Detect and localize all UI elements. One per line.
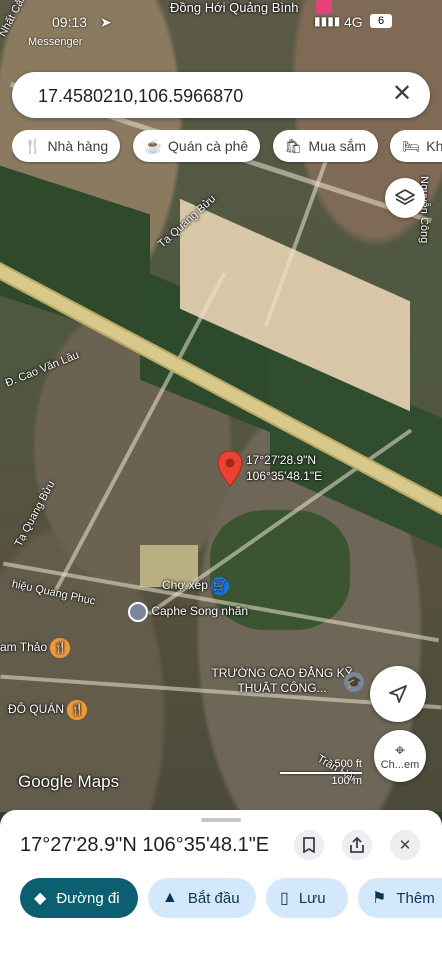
street-label: Tạ Quang Bửu — [12, 478, 58, 549]
chip-coffee[interactable]: ☕ Quán cà phê — [132, 130, 261, 162]
dot-icon — [128, 602, 148, 622]
close-icon[interactable]: ✕ — [390, 82, 414, 106]
restaurant-icon: 🍴 — [24, 137, 42, 154]
poi-cho-xep[interactable]: Chợ xép 🛒 — [162, 577, 230, 595]
street-view-button[interactable]: ⌖ Ch...em — [374, 730, 426, 782]
my-location-button[interactable] — [370, 666, 426, 722]
scale-bar: 500 ft 100 m — [280, 758, 362, 790]
start-button[interactable]: ▲ Bắt đầu — [148, 878, 256, 918]
chip-shopping[interactable]: 🛍 Mua sắm — [272, 130, 379, 162]
bottom-sheet[interactable]: 17°27'28.9"N 106°35'48.1"E ✕ ◆ Đường đi ▲… — [0, 810, 442, 960]
battery-level: 6 — [377, 15, 385, 27]
search-bar[interactable]: ✕ — [12, 72, 430, 118]
save-icon-button[interactable] — [294, 830, 324, 860]
status-bar: 09:13 ➤ Messenger ▮▮▮▮ 4G 6 — [0, 14, 442, 48]
school-icon: 🎓 — [344, 672, 364, 692]
status-time: 09:13 — [52, 14, 88, 30]
close-icon: ✕ — [398, 837, 412, 854]
network-type: 4G — [344, 14, 363, 30]
back-app-link[interactable]: Messenger — [28, 36, 82, 48]
close-sheet-button[interactable]: ✕ — [390, 830, 420, 860]
location-pin-icon[interactable] — [216, 450, 244, 488]
restaurant-icon: 🍴 — [67, 700, 88, 720]
chip-restaurants[interactable]: 🍴 Nhà hàng — [12, 130, 121, 162]
more-button[interactable]: ⚑ Thêm — [358, 878, 442, 918]
cart-icon: 🛒 — [211, 577, 230, 595]
drag-handle[interactable] — [201, 818, 241, 822]
place-title: 17°27'28.9"N 106°35'48.1"E — [20, 834, 270, 856]
navigation-arrow-icon — [389, 685, 407, 703]
google-maps-logo: Google Maps — [18, 772, 120, 791]
flag-icon: ⚑ — [372, 890, 387, 907]
directions-icon: ◆ — [34, 890, 47, 907]
pin-label: 17°27'28.9"N 106°35'48.1"E — [246, 453, 323, 483]
coffee-icon: ☕ — [144, 137, 163, 154]
street-label: hiệu Quang Phục — [10, 578, 97, 608]
category-chips: 🍴Nhà hàng ☕Quán cà phê 🛍Mua sắm 🛏Khách — [12, 130, 442, 164]
poi-truong-cao-dang[interactable]: TRƯỜNG CAO ĐẲNG KỸ THUẬT CÔNG... — [202, 666, 362, 696]
poi-caphe-song-nhan[interactable]: Caphe Song nhãn — [128, 602, 248, 622]
share-icon — [350, 836, 364, 853]
shopping-bag-icon: 🛍 — [284, 137, 303, 154]
share-button[interactable] — [342, 830, 372, 860]
poi-do-quan[interactable]: ĐÔ QUÁN 🍴 — [8, 700, 88, 720]
camera-icon: ⌖ — [394, 740, 406, 760]
save-button[interactable]: ▯ Lưu — [266, 878, 348, 918]
poi-am-thao[interactable]: am Thảo 🍴 — [0, 638, 71, 658]
navigation-icon: ▲ — [162, 889, 178, 906]
location-arrow-icon: ➤ — [100, 14, 112, 30]
hotel-icon: 🛏 — [402, 137, 421, 154]
street-label: Đ. Cao Văn Lầu — [3, 349, 81, 390]
battery-icon: 6 — [370, 14, 392, 28]
chip-hotels[interactable]: 🛏Khách — [390, 130, 442, 162]
directions-button[interactable]: ◆ Đường đi — [20, 878, 138, 918]
hotel-marker-icon — [316, 0, 332, 14]
layers-icon — [395, 189, 415, 205]
search-input[interactable] — [36, 83, 380, 109]
restaurant-icon: 🍴 — [50, 638, 71, 658]
signal-icon: ▮▮▮▮ — [314, 14, 341, 28]
bookmark-icon: ▯ — [280, 890, 289, 907]
layers-button[interactable] — [385, 178, 425, 218]
bookmark-icon — [303, 837, 315, 853]
street-label: Đồng Hới Quảng Bình — [170, 0, 299, 15]
